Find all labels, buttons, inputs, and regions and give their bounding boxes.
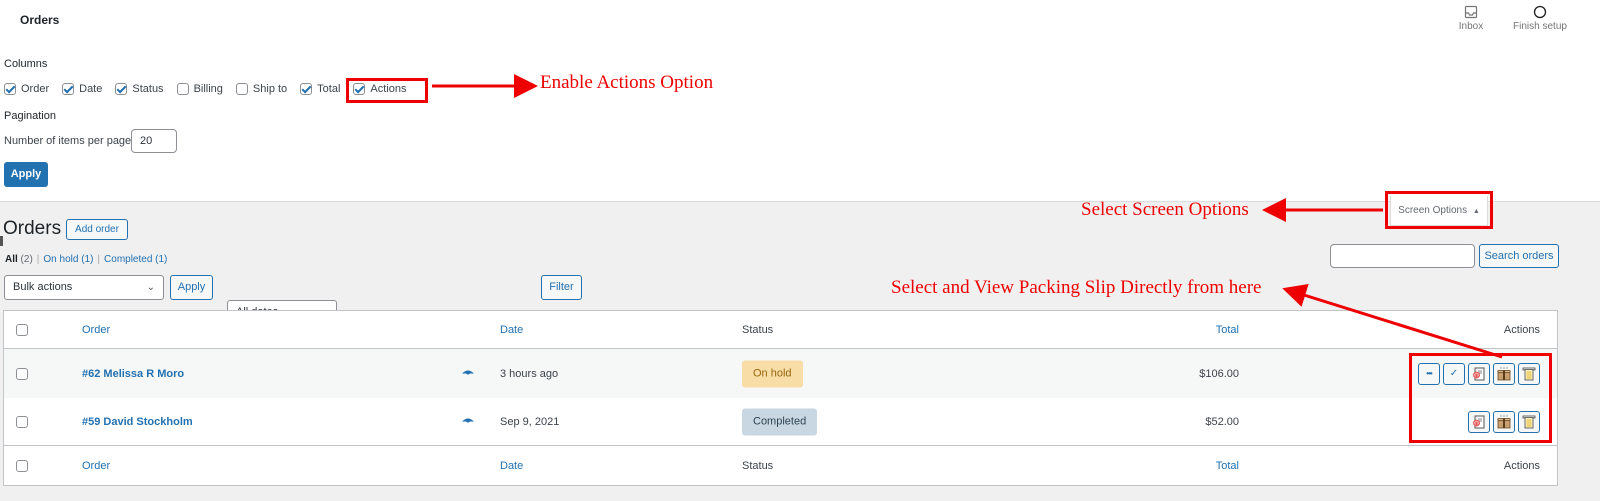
circle-progress-icon xyxy=(1533,5,1547,19)
checkbox-label: Ship to xyxy=(252,83,288,95)
items-per-page-label: Number of items per page: xyxy=(4,135,135,147)
select-all-checkbox[interactable] xyxy=(16,323,28,336)
checkbox-label: Order xyxy=(21,83,50,95)
checkbox-label: Date xyxy=(79,83,103,95)
separator: | xyxy=(97,254,101,265)
columns-label: Columns xyxy=(4,58,48,70)
order-link[interactable]: #59 David Stockholm xyxy=(82,416,193,428)
table-row[interactable]: #59 David Stockholm Sep 9, 2021 Complete… xyxy=(4,398,1557,446)
bulk-actions-select[interactable]: Bulk actions ⌄ xyxy=(4,275,164,300)
column-toggle-total[interactable]: Total xyxy=(300,83,340,95)
checkbox-label: Status xyxy=(132,83,164,95)
items-per-page-input[interactable]: 20 xyxy=(131,129,177,153)
chevron-down-icon: ⌄ xyxy=(146,282,155,293)
inbox-label: Inbox xyxy=(1458,21,1484,32)
view-all-count: (2) xyxy=(17,254,33,265)
preview-eye-icon[interactable] xyxy=(462,416,474,427)
checkbox[interactable] xyxy=(235,83,248,95)
page-heading: Orders xyxy=(20,13,60,27)
annotation-packing-slip: Select and View Packing Slip Directly fr… xyxy=(891,277,1262,298)
checkbox[interactable] xyxy=(115,83,128,95)
column-footer-actions: Actions xyxy=(1503,460,1540,472)
checkbox[interactable] xyxy=(176,83,189,95)
checkbox[interactable] xyxy=(300,83,313,95)
screen-options-apply-button[interactable]: Apply xyxy=(4,162,48,187)
column-toggle-status[interactable]: Status xyxy=(115,83,164,95)
column-toggle-billing[interactable]: Billing xyxy=(176,83,223,95)
column-header-date[interactable]: Date xyxy=(500,324,523,336)
column-footer-status: Status xyxy=(742,460,774,472)
orders-table: Order Date Status Total Actions #62 Meli… xyxy=(3,310,1558,486)
view-completed[interactable]: Completed (1) xyxy=(104,254,167,265)
table-footer-row: Order Date Status Total Actions xyxy=(4,446,1557,486)
checkbox-label: Total xyxy=(317,83,341,95)
pagination-label: Pagination xyxy=(4,110,56,122)
status-badge-label: On hold xyxy=(742,360,803,387)
column-footer-order[interactable]: Order xyxy=(82,460,110,472)
annotation-box-actions-checkbox xyxy=(346,78,428,103)
order-date: 3 hours ago xyxy=(500,367,559,380)
order-total: $52.00 xyxy=(1205,415,1239,428)
status-views: All (2) | On hold (1) | Completed (1) xyxy=(5,254,167,265)
annotation-box-row-actions xyxy=(1409,353,1552,443)
inbox-icon xyxy=(1464,5,1478,19)
preview-eye-icon[interactable] xyxy=(462,368,474,379)
bulk-actions-value: Bulk actions xyxy=(13,281,73,293)
inbox-button[interactable]: Inbox xyxy=(1456,5,1486,32)
column-footer-total[interactable]: Total xyxy=(1216,460,1239,472)
column-header-order[interactable]: Order xyxy=(82,324,110,336)
order-link[interactable]: #62 Melissa R Moro xyxy=(82,368,184,380)
column-header-status: Status xyxy=(742,323,774,336)
separator: | xyxy=(36,254,40,265)
column-footer-date[interactable]: Date xyxy=(500,460,523,472)
status-badge-label: Completed xyxy=(742,408,818,435)
table-header-row: Order Date Status Total Actions xyxy=(4,311,1557,349)
row-checkbox[interactable] xyxy=(16,367,28,380)
column-header-total[interactable]: Total xyxy=(1216,324,1239,336)
view-on-hold[interactable]: On hold (1) xyxy=(43,254,93,265)
orders-title: Orders xyxy=(3,218,62,239)
column-toggle-order[interactable]: Order xyxy=(4,83,49,95)
column-header-actions: Actions xyxy=(1503,323,1540,336)
filter-button[interactable]: Filter xyxy=(541,275,582,300)
row-checkbox[interactable] xyxy=(16,415,28,428)
checkbox[interactable] xyxy=(4,83,16,95)
table-row[interactable]: #62 Melissa R Moro 3 hours ago On hold $… xyxy=(4,349,1557,398)
checkbox[interactable] xyxy=(62,83,75,95)
annotation-box-screen-options xyxy=(1385,191,1493,229)
column-toggle-date[interactable]: Date xyxy=(62,83,102,95)
search-orders-button[interactable]: Search orders xyxy=(1479,244,1559,268)
add-order-button[interactable]: Add order xyxy=(66,219,128,240)
finish-setup-button[interactable]: Finish setup xyxy=(1510,5,1570,32)
column-toggle-ship-to[interactable]: Ship to xyxy=(235,83,288,95)
view-all[interactable]: All (2) xyxy=(5,254,33,265)
search-orders-input[interactable] xyxy=(1330,244,1475,268)
order-date: Sep 9, 2021 xyxy=(500,415,560,428)
status-badge: Completed xyxy=(742,408,818,435)
annotation-enable-actions: Enable Actions Option xyxy=(540,72,714,93)
status-badge: On hold xyxy=(742,360,803,387)
bulk-apply-button[interactable]: Apply xyxy=(170,275,213,300)
view-all-label: All xyxy=(5,254,18,265)
annotation-select-screen-options: Select Screen Options xyxy=(1081,199,1249,220)
finish-setup-label: Finish setup xyxy=(1513,21,1567,32)
select-all-checkbox[interactable] xyxy=(16,460,28,472)
order-total: $106.00 xyxy=(1199,367,1239,380)
checkbox-label: Billing xyxy=(193,83,223,95)
